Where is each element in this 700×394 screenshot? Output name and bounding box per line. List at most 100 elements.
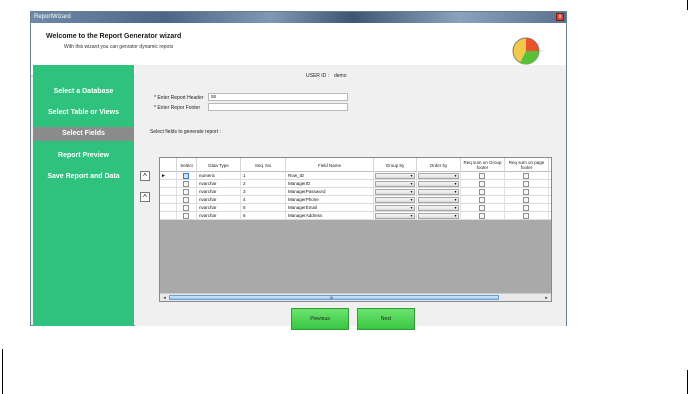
row-header[interactable] <box>160 196 177 204</box>
seq-no-cell[interactable]: 6 <box>241 212 286 220</box>
data-type-cell[interactable]: nvarchar <box>197 196 241 204</box>
seq-no-cell[interactable]: 1 <box>241 172 286 180</box>
row-header[interactable]: ► <box>160 172 177 180</box>
col-select[interactable]: Select <box>177 158 197 172</box>
chevron-down-icon[interactable]: ▾ <box>453 174 458 178</box>
req-sum-group-footer-checkbox[interactable] <box>479 181 485 187</box>
scroll-thumb[interactable]: III <box>169 295 499 300</box>
field-name-cell[interactable]: Row_ID <box>286 172 374 180</box>
col-req-sum-page-footer[interactable]: Req sum on page footer <box>505 158 549 172</box>
row-header[interactable] <box>160 212 177 220</box>
step-select-table-or-views[interactable]: Select Table or Views <box>33 106 134 120</box>
order-by-dropdown[interactable]: ▾ <box>418 213 459 219</box>
group-by-cell: ▾ <box>374 196 417 204</box>
table-row[interactable]: nvarchar 3 ManagerPassword ▾ ▾ <box>160 188 551 196</box>
seq-no-cell[interactable]: 5 <box>241 204 286 212</box>
close-button[interactable]: x <box>556 13 564 21</box>
table-row[interactable]: ► numeric 1 Row_ID ▾ ▾ <box>160 172 551 180</box>
step-save-report-and-data[interactable]: Save Report and Data <box>33 170 134 184</box>
req-sum-group-footer-checkbox[interactable] <box>479 197 485 203</box>
chevron-down-icon[interactable]: ▾ <box>453 214 458 218</box>
chevron-down-icon[interactable]: ▾ <box>409 174 414 178</box>
req-sum-group-footer-checkbox[interactable] <box>479 205 485 211</box>
req-sum-page-footer-checkbox[interactable] <box>523 205 529 211</box>
chevron-down-icon[interactable]: ▾ <box>409 182 414 186</box>
col-req-sum-group-footer[interactable]: Req sum on Group footer <box>461 158 505 172</box>
field-name-cell[interactable]: ManagerPassword <box>286 188 374 196</box>
table-row[interactable]: nvarchar 4 ManagerPhone ▾ ▾ <box>160 196 551 204</box>
col-group-by[interactable]: Group by <box>374 158 417 172</box>
req-sum-group-footer-checkbox[interactable] <box>479 173 485 179</box>
report-header-input[interactable]: ss <box>208 93 348 101</box>
data-type-cell[interactable]: nvarchar <box>197 180 241 188</box>
table-row[interactable]: nvarchar 2 ManagerID ▾ ▾ <box>160 180 551 188</box>
select-checkbox[interactable] <box>183 213 189 219</box>
report-footer-input[interactable] <box>208 103 348 111</box>
row-header[interactable] <box>160 180 177 188</box>
scroll-left-icon[interactable]: ◄ <box>161 295 168 300</box>
move-down-button[interactable]: ^ <box>140 192 150 202</box>
field-name-cell[interactable]: ManagerAddress <box>286 212 374 220</box>
chevron-down-icon[interactable]: ▾ <box>409 190 414 194</box>
group-by-dropdown[interactable]: ▾ <box>375 173 415 179</box>
chevron-down-icon[interactable]: ▾ <box>453 198 458 202</box>
horizontal-scrollbar[interactable]: ◄ III ► <box>160 293 551 301</box>
order-by-dropdown[interactable]: ▾ <box>418 205 459 211</box>
field-name-cell[interactable]: ManagerEmail <box>286 204 374 212</box>
chevron-down-icon[interactable]: ▾ <box>409 206 414 210</box>
seq-no-cell[interactable]: 4 <box>241 196 286 204</box>
select-checkbox[interactable] <box>183 173 189 179</box>
step-report-preview[interactable]: Report Preview <box>33 149 134 163</box>
order-by-dropdown[interactable]: ▾ <box>418 173 459 179</box>
step-select-fields[interactable]: Select Fields <box>33 127 134 141</box>
data-type-cell[interactable]: nvarchar <box>197 212 241 220</box>
col-data-type[interactable]: Data Type <box>197 158 241 172</box>
select-checkbox[interactable] <box>183 205 189 211</box>
order-by-dropdown[interactable]: ▾ <box>418 189 459 195</box>
data-type-cell[interactable]: nvarchar <box>197 204 241 212</box>
req-sum-group-footer-checkbox[interactable] <box>479 189 485 195</box>
col-seq-no[interactable]: Seq. No <box>241 158 286 172</box>
data-type-cell[interactable]: nvarchar <box>197 188 241 196</box>
move-up-button[interactable]: ^ <box>140 171 150 181</box>
field-name-cell[interactable]: ManagerID <box>286 180 374 188</box>
select-checkbox[interactable] <box>183 181 189 187</box>
select-checkbox[interactable] <box>183 189 189 195</box>
step-select-database[interactable]: Select a Database <box>33 85 134 99</box>
previous-button[interactable]: Previous <box>291 308 349 330</box>
req-sum-page-footer-checkbox[interactable] <box>523 189 529 195</box>
chevron-down-icon[interactable]: ▾ <box>409 214 414 218</box>
chevron-down-icon[interactable]: ▾ <box>453 206 458 210</box>
chevron-down-icon[interactable]: ▾ <box>453 182 458 186</box>
req-sum-page-footer-checkbox[interactable] <box>523 173 529 179</box>
group-by-dropdown[interactable]: ▾ <box>375 197 415 203</box>
col-order-by[interactable]: Order by <box>417 158 461 172</box>
seq-no-cell[interactable]: 2 <box>241 180 286 188</box>
req-sum-page-footer-checkbox[interactable] <box>523 181 529 187</box>
req-sum-page-footer-checkbox[interactable] <box>523 197 529 203</box>
group-by-dropdown[interactable]: ▾ <box>375 189 415 195</box>
order-by-cell: ▾ <box>417 188 461 196</box>
scroll-right-icon[interactable]: ► <box>543 295 550 300</box>
chevron-down-icon[interactable]: ▾ <box>453 190 458 194</box>
data-type-cell[interactable]: numeric <box>197 172 241 180</box>
chevron-down-icon[interactable]: ▾ <box>409 198 414 202</box>
group-by-dropdown[interactable]: ▾ <box>375 213 415 219</box>
group-by-dropdown[interactable]: ▾ <box>375 181 415 187</box>
select-cell <box>177 172 197 180</box>
row-header[interactable] <box>160 204 177 212</box>
table-row[interactable]: nvarchar 5 ManagerEmail ▾ ▾ <box>160 204 551 212</box>
select-checkbox[interactable] <box>183 197 189 203</box>
order-by-dropdown[interactable]: ▾ <box>418 181 459 187</box>
group-by-dropdown[interactable]: ▾ <box>375 205 415 211</box>
title-bar[interactable]: ReportWizard x <box>31 12 566 23</box>
table-row[interactable]: nvarchar 6 ManagerAddress ▾ ▾ <box>160 212 551 220</box>
next-button[interactable]: Next <box>357 308 415 330</box>
req-sum-group-footer-checkbox[interactable] <box>479 213 485 219</box>
col-field-name[interactable]: Field Name <box>286 158 374 172</box>
order-by-dropdown[interactable]: ▾ <box>418 197 459 203</box>
row-header[interactable] <box>160 188 177 196</box>
seq-no-cell[interactable]: 3 <box>241 188 286 196</box>
field-name-cell[interactable]: ManagerPhone <box>286 196 374 204</box>
req-sum-page-footer-checkbox[interactable] <box>523 213 529 219</box>
